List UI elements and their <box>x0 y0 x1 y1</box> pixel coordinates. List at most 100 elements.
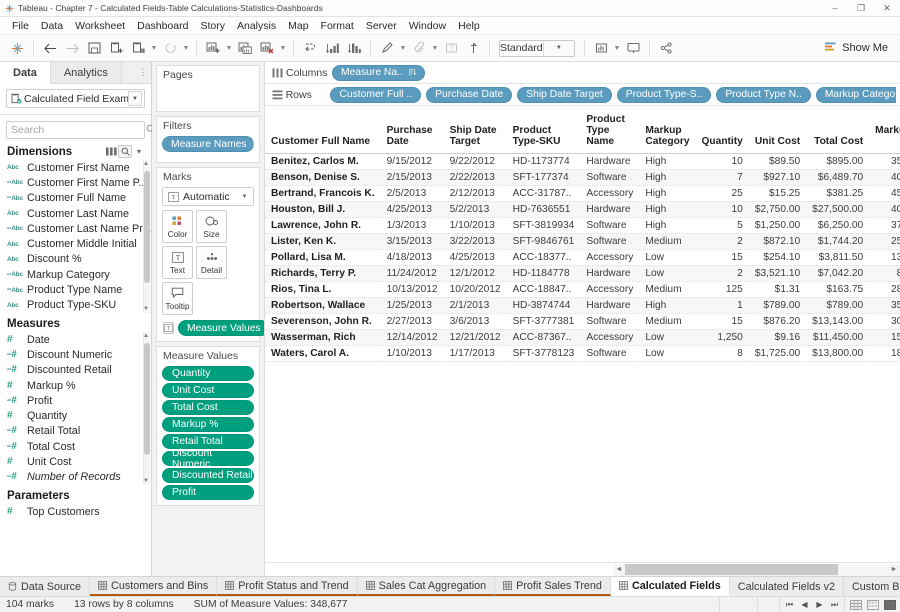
cell-markup-cat[interactable]: Low <box>639 345 696 362</box>
cell-ship[interactable]: 2/12/2013 <box>443 185 507 202</box>
table-row[interactable]: Waters, Carol A. 1/10/2013 1/17/2013 SFT-37… <box>265 345 900 362</box>
pane-menu-icon[interactable]: ⋮ <box>135 62 151 83</box>
dimension-markup-category[interactable]: •= Abc Markup Category <box>0 267 151 282</box>
table-row[interactable]: Benson, Denise S. 2/15/2013 2/22/2013 SFT-1… <box>265 169 900 186</box>
dimensions-scrollbar[interactable]: ▲ ▼ <box>143 160 150 313</box>
menu-window[interactable]: Window <box>403 19 452 33</box>
cell-total-cost[interactable]: $789.00 <box>806 297 870 314</box>
measure-value-pill-unit-cost[interactable]: Unit Cost <box>162 383 254 398</box>
menu-format[interactable]: Format <box>315 19 360 33</box>
menu-story[interactable]: Story <box>194 19 231 33</box>
group-by-folder-icon[interactable] <box>104 145 118 158</box>
cell-ptype[interactable]: Accessory <box>580 185 640 202</box>
cell-markup-pct[interactable]: 30% <box>869 313 900 330</box>
cell-markup-cat[interactable]: High <box>639 297 696 314</box>
menu-analysis[interactable]: Analysis <box>231 19 282 33</box>
new-worksheet-caret-icon[interactable]: ▼ <box>224 38 234 59</box>
cell-markup-cat[interactable]: High <box>639 169 696 186</box>
menu-data[interactable]: Data <box>35 19 69 33</box>
cell-ptype[interactable]: Software <box>580 233 640 250</box>
cell-sku[interactable]: SFT-177374 <box>506 169 581 186</box>
group-caret-icon[interactable]: ▼ <box>430 38 440 59</box>
cell-name[interactable]: Waters, Carol A. <box>265 345 381 362</box>
parameter-top-customers[interactable]: # Top Customers <box>0 504 151 519</box>
cell-total-cost[interactable]: $1,744.20 <box>806 233 870 250</box>
cell-unit-cost[interactable]: $876.20 <box>748 313 807 330</box>
menu-server[interactable]: Server <box>360 19 403 33</box>
full-view-icon[interactable] <box>883 599 896 610</box>
cell-markup-pct[interactable]: 40% <box>869 169 900 186</box>
cell-sku[interactable]: SFT-9846761 <box>506 233 581 250</box>
cell-markup-pct[interactable]: 13% <box>869 249 900 266</box>
cell-purchase[interactable]: 4/18/2013 <box>380 249 444 266</box>
label-icon[interactable]: T <box>440 38 462 59</box>
row-pill-product-type-s[interactable]: Product Type-S.. <box>616 86 712 103</box>
cell-purchase[interactable]: 10/13/2012 <box>380 281 444 298</box>
fit-select-caret-icon[interactable]: ▼ <box>542 40 574 56</box>
scroll-up-icon[interactable]: ▲ <box>142 160 150 168</box>
cell-purchase[interactable]: 3/15/2013 <box>380 233 444 250</box>
column-pill-sort-icon[interactable] <box>408 68 416 78</box>
cell-total-cost[interactable]: $6,250.00 <box>806 217 870 234</box>
swap-rows-cols-icon[interactable] <box>299 38 321 59</box>
refresh-caret-icon[interactable]: ▼ <box>181 38 191 59</box>
dimension-discount[interactable]: Abc Discount % <box>0 252 151 267</box>
filter-pill-sort-icon[interactable] <box>252 139 260 149</box>
cell-name[interactable]: Robertson, Wallace <box>265 297 381 314</box>
sort-ascending-icon[interactable] <box>321 38 343 59</box>
dimension-customer-last-name[interactable]: Abc Customer Last Name <box>0 206 151 221</box>
cell-qty[interactable]: 8 <box>695 345 749 362</box>
cell-ptype[interactable]: Accessory <box>580 249 640 266</box>
cell-ship[interactable]: 2/1/2013 <box>443 297 507 314</box>
cell-name[interactable]: Benitez, Carlos M. <box>265 153 381 170</box>
pause-refresh-caret-icon[interactable]: ▼ <box>149 38 159 59</box>
bottom-tab-custom-bins[interactable]: Custom Bins <box>844 577 900 596</box>
new-data-source-icon[interactable] <box>105 38 127 59</box>
cell-markup-cat[interactable]: High <box>639 217 696 234</box>
marks-pill-measure-values[interactable]: Measure Values <box>178 320 269 336</box>
cell-qty[interactable]: 10 <box>695 201 749 218</box>
bottom-tab-customers-and-bins[interactable]: Customers and Bins <box>90 577 218 596</box>
cell-ptype[interactable]: Hardware <box>580 201 640 218</box>
fit-select[interactable]: Standard ▼ <box>499 39 575 57</box>
col-header-ship-date-target[interactable]: Ship Date Target <box>443 112 507 154</box>
tab-data[interactable]: Data <box>0 62 51 84</box>
cell-name[interactable]: Houston, Bill J. <box>265 201 381 218</box>
data-source-caret-icon[interactable]: ▼ <box>128 91 142 106</box>
dimension-product-type-name[interactable]: •= Abc Product Type Name <box>0 282 151 297</box>
tableau-logo-icon[interactable] <box>6 38 28 59</box>
cell-ship[interactable]: 12/21/2012 <box>443 329 507 346</box>
cell-sku[interactable]: ACC-87367.. <box>506 329 581 346</box>
fix-axes-icon[interactable] <box>462 38 484 59</box>
nav-first-icon[interactable]: ⏮ <box>784 600 795 610</box>
cell-sku[interactable]: HD-3874744 <box>506 297 581 314</box>
cell-name[interactable]: Pollard, Lisa M. <box>265 249 381 266</box>
measure-number-of-records[interactable]: •= # Number of Records <box>0 470 151 485</box>
dimensions-menu-caret-icon[interactable]: ▾ <box>132 145 146 158</box>
measures-scrollbar[interactable]: ▲ ▼ <box>143 332 150 485</box>
cell-markup-pct[interactable]: 37% <box>869 217 900 234</box>
cell-name[interactable]: Benson, Denise S. <box>265 169 381 186</box>
measure-profit[interactable]: •= # Profit <box>0 393 151 408</box>
cell-name[interactable]: Bertrand, Francois K. <box>265 185 381 202</box>
duplicate-sheet-icon[interactable] <box>234 38 256 59</box>
hscroll-thumb[interactable] <box>625 564 839 575</box>
dimension-customer-last-name-pr[interactable]: •= Abc Customer Last Name Pr... <box>0 221 151 236</box>
table-row[interactable]: Robertson, Wallace 1/25/2013 2/1/2013 HD-38… <box>265 297 900 314</box>
marks-text-badge-icon[interactable]: T <box>163 322 174 334</box>
cell-qty[interactable]: 15 <box>695 249 749 266</box>
forward-icon[interactable] <box>61 38 83 59</box>
cell-ptype[interactable]: Software <box>580 313 640 330</box>
bottom-tab-calculated-fields-v2[interactable]: Calculated Fields v2 <box>729 577 844 596</box>
cell-ship[interactable]: 5/2/2013 <box>443 201 507 218</box>
table-row[interactable]: Pollard, Lisa M. 4/18/2013 4/25/2013 ACC-18… <box>265 249 900 266</box>
clear-sheet-icon[interactable] <box>256 38 278 59</box>
share-icon[interactable] <box>655 38 677 59</box>
measure-quantity[interactable]: # Quantity <box>0 408 151 423</box>
grid-view-icon[interactable] <box>849 599 862 610</box>
row-pill-markup-catego[interactable]: Markup Catego.. <box>815 86 896 103</box>
col-header-product-type-sku[interactable]: Product Type-SKU <box>506 112 581 154</box>
clear-sheet-caret-icon[interactable]: ▼ <box>278 38 288 59</box>
cell-qty[interactable]: 15 <box>695 313 749 330</box>
cell-ship[interactable]: 3/6/2013 <box>443 313 507 330</box>
